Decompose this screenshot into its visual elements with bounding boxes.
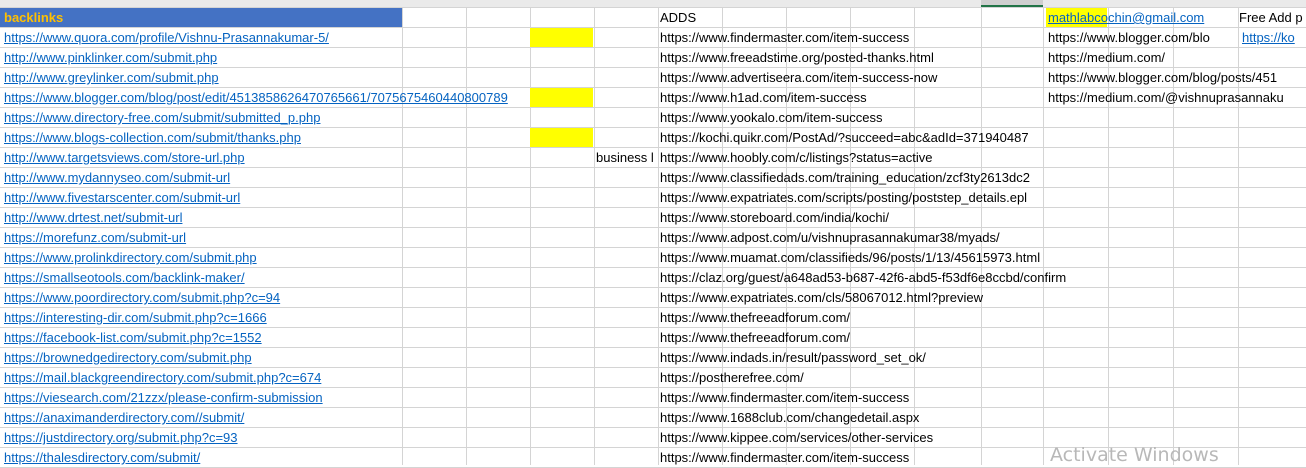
email-link[interactable]: mathlabcochin@gmail.com [1048,8,1204,27]
adds-url-cell[interactable]: https://www.hoobly.com/c/listings?status… [660,148,933,167]
column-gridline [658,7,659,465]
column-gridline [530,7,531,465]
adds-url-cell[interactable]: https://www.thefreeadforum.com/ [660,328,850,347]
adds-url-cell[interactable]: https://www.advertiseera.com/item-succes… [660,68,937,87]
row-gridline [0,207,1306,208]
adds-url-cell[interactable]: https://www.indads.in/result/password_se… [660,348,926,367]
adds-url-cell[interactable]: https://www.h1ad.com/item-success [660,88,867,107]
column-gridline [594,7,595,465]
highlight-cell[interactable] [530,128,593,147]
activate-windows-watermark: Activate Windows [1050,444,1219,466]
backlink-url-cell[interactable]: https://morefunz.com/submit-url [4,228,186,247]
backlink-url-cell[interactable]: https://interesting-dir.com/submit.php?c… [4,308,267,327]
backlink-url-cell[interactable]: http://www.fivestarscenter.com/submit-ur… [4,188,240,207]
backlink-url-cell[interactable]: https://www.blogger.com/blog/post/edit/4… [4,88,508,107]
backlink-url-cell[interactable]: https://brownedgedirectory.com/submit.ph… [4,348,252,367]
backlink-url-cell[interactable]: http://www.greylinker.com/submit.php [4,68,219,87]
adds-url-cell[interactable]: https://claz.org/guest/a648ad53-b687-42f… [660,268,1066,287]
column-gridline [1043,7,1044,465]
backlink-url-cell[interactable]: https://anaximanderdirectory.com//submit… [4,408,244,427]
adds-url-cell[interactable]: https://www.kippee.com/services/other-se… [660,428,933,447]
adds-url-cell[interactable]: https://kochi.quikr.com/PostAd/?succeed=… [660,128,1029,147]
business-cell: business l [596,150,654,165]
backlink-url-cell[interactable]: https://www.blogs-collection.com/submit/… [4,128,301,147]
backlink-url-cell[interactable]: https://www.prolinkdirectory.com/submit.… [4,248,257,267]
column-gridline [402,7,403,465]
selected-column-header[interactable] [981,0,1043,7]
backlink-url-cell[interactable]: https://facebook-list.com/submit.php?c=1… [4,328,262,347]
adds-url-cell[interactable]: https://www.expatriates.com/scripts/post… [660,188,1027,207]
adds-url-cell[interactable]: https://www.storeboard.com/india/kochi/ [660,208,889,227]
blog-url-cell[interactable]: https://medium.com/@vishnuprasannaku [1048,88,1284,107]
backlink-url-cell[interactable]: https://viesearch.com/21zzx/please-confi… [4,388,323,407]
adds-url-cell[interactable]: https://postherefree.com/ [660,368,804,387]
row-gridline [0,227,1306,228]
adds-url-cell[interactable]: https://www.expatriates.com/cls/58067012… [660,288,983,307]
highlight-cell[interactable] [530,88,593,107]
adds-url-cell[interactable]: https://www.muamat.com/classifieds/96/po… [660,248,1040,267]
column-gridline [466,7,467,465]
backlink-url-cell[interactable]: http://www.pinklinker.com/submit.php [4,48,217,67]
blog-url-cell[interactable]: https://medium.com/ [1048,48,1165,67]
backlink-url-cell[interactable]: https://thalesdirectory.com/submit/ [4,448,200,467]
adds-url-cell[interactable]: https://www.yookalo.com/item-success [660,108,883,127]
free-add-label: Free Add p [1239,10,1303,25]
blog-url-cell[interactable]: https://www.blogger.com/blog/posts/451 [1048,68,1277,87]
backlink-url-cell[interactable]: https://www.directory-free.com/submit/su… [4,108,320,127]
adds-url-cell[interactable]: https://www.freeadstime.org/posted-thank… [660,48,934,67]
backlink-url-cell[interactable]: http://www.targetsviews.com/store-url.ph… [4,148,245,167]
adds-url-cell[interactable]: https://www.thefreeadforum.com/ [660,308,850,327]
free-add-link[interactable]: https://ko [1241,28,1295,47]
backlink-url-cell[interactable]: https://www.quora.com/profile/Vishnu-Pra… [4,28,329,47]
backlinks-header-cell[interactable]: backlinks [0,8,402,27]
adds-url-cell[interactable]: https://www.adpost.com/u/vishnuprasannak… [660,228,1000,247]
backlink-url-cell[interactable]: http://www.drtest.net/submit-url [4,208,182,227]
backlink-url-cell[interactable]: http://www.mydannyseo.com/submit-url [4,168,230,187]
backlink-url-cell[interactable]: https://justdirectory.org/submit.php?c=9… [4,428,238,447]
adds-label: ADDS [660,10,697,25]
adds-url-cell[interactable]: https://www.classifiedads.com/training_e… [660,168,1030,187]
highlight-cell[interactable] [530,28,593,47]
blog-url-cell[interactable]: https://www.blogger.com/blo [1048,28,1210,47]
adds-url-cell[interactable]: https://www.findermaster.com/item-succes… [660,28,909,47]
backlink-url-cell[interactable]: https://www.poordirectory.com/submit.php… [4,288,280,307]
adds-url-cell[interactable]: https://www.findermaster.com/item-succes… [660,388,909,407]
backlink-url-cell[interactable]: https://smallseotools.com/backlink-maker… [4,268,245,287]
adds-url-cell[interactable]: https://www.findermaster.com/item-succes… [660,448,909,467]
backlink-url-cell[interactable]: https://mail.blackgreendirectory.com/sub… [4,368,321,387]
backlinks-title: backlinks [4,10,64,25]
adds-url-cell[interactable]: https://www.1688club.com/changedetail.as… [660,408,919,427]
